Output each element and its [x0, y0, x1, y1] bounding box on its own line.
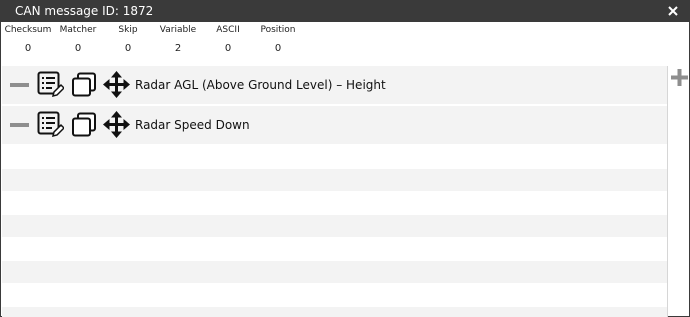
minus-icon[interactable] [10, 123, 29, 127]
edit-list-icon[interactable] [37, 71, 64, 98]
stat-label: Variable [159, 25, 197, 35]
move-arrows-icon[interactable] [103, 111, 130, 138]
stat-value: 0 [124, 43, 132, 54]
list-stripe [2, 261, 667, 283]
copy-icon[interactable] [71, 112, 97, 138]
stat-skip: Skip 0 [104, 22, 152, 55]
stat-label: Skip [118, 25, 138, 35]
stat-label: Position [260, 25, 296, 35]
list-stripe [2, 215, 667, 237]
can-message-window: CAN message ID: 1872 Checksum 0 Matcher … [0, 0, 690, 317]
window-title: CAN message ID: 1872 [15, 4, 154, 18]
title-bar[interactable]: CAN message ID: 1872 [1, 1, 689, 22]
stats-bar: Checksum 0 Matcher 0 Skip 0 Variable 2 A… [1, 22, 689, 64]
variable-name: Radar AGL (Above Ground Level) – Height [135, 78, 386, 92]
stat-value: 0 [24, 43, 32, 54]
list-item[interactable]: Radar Speed Down [2, 106, 667, 144]
stat-label: ASCII [216, 25, 240, 35]
plus-icon[interactable] [671, 69, 688, 86]
stat-value: 0 [224, 43, 232, 54]
list-stripe [2, 307, 667, 317]
stat-label: Checksum [4, 25, 52, 35]
stat-label: Matcher [59, 25, 97, 35]
edit-list-icon[interactable] [37, 111, 64, 138]
stat-value: 0 [274, 43, 282, 54]
copy-icon[interactable] [71, 72, 97, 98]
stat-position: Position 0 [254, 22, 302, 55]
stat-value: 2 [174, 43, 182, 54]
close-icon[interactable] [665, 3, 681, 19]
move-arrows-icon[interactable] [103, 71, 130, 98]
stat-checksum: Checksum 0 [4, 22, 52, 55]
stat-value: 0 [74, 43, 82, 54]
stat-variable: Variable 2 [154, 22, 202, 55]
stat-matcher: Matcher 0 [54, 22, 102, 55]
list-item[interactable]: Radar AGL (Above Ground Level) – Height [2, 66, 667, 104]
stat-ascii: ASCII 0 [204, 22, 252, 55]
list-stripe [2, 169, 667, 191]
minus-icon[interactable] [10, 83, 29, 87]
variable-name: Radar Speed Down [135, 118, 250, 132]
variable-list[interactable]: Radar AGL (Above Ground Level) – Height [2, 66, 668, 317]
